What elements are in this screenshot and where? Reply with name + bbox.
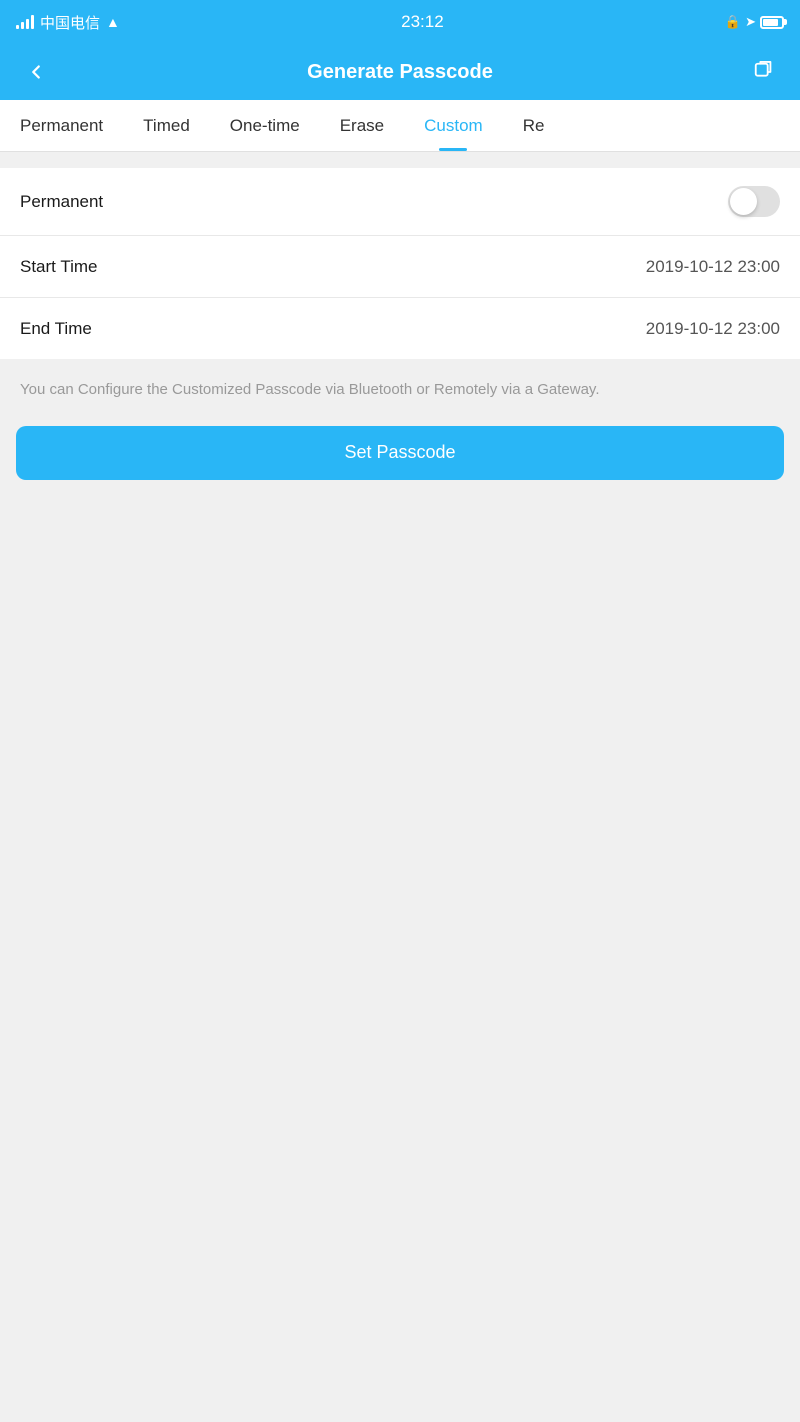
tab-permanent[interactable]: Permanent [0,100,123,151]
tab-one-time[interactable]: One-time [210,100,320,151]
start-time-row[interactable]: Start Time 2019-10-12 23:00 [0,235,800,297]
status-time: 23:12 [401,12,444,32]
end-time-row[interactable]: End Time 2019-10-12 23:00 [0,297,800,359]
set-passcode-button[interactable]: Set Passcode [16,426,784,480]
status-bar-left: 中国电信 ▲ [16,12,120,33]
page-title: Generate Passcode [307,61,493,84]
location-icon: ➤ [745,14,756,30]
wifi-icon: ▲ [106,14,120,30]
share-button[interactable] [744,52,784,92]
battery-icon [760,16,784,29]
tab-erase[interactable]: Erase [320,100,404,151]
nav-bar: Generate Passcode [0,44,800,100]
start-time-label: Start Time [20,257,97,277]
tab-re[interactable]: Re [503,100,565,151]
status-bar: 中国电信 ▲ 23:12 🔒 ➤ [0,0,800,44]
tab-custom[interactable]: Custom [404,100,503,151]
status-bar-right: 🔒 ➤ [725,14,784,30]
end-time-label: End Time [20,319,92,339]
tab-bar: Permanent Timed One-time Erase Custom Re [0,100,800,152]
signal-icon [16,15,34,29]
end-time-value: 2019-10-12 23:00 [646,319,780,339]
tab-timed[interactable]: Timed [123,100,210,151]
back-button[interactable] [16,52,56,92]
toggle-knob [730,188,757,215]
start-time-value: 2019-10-12 23:00 [646,257,780,277]
permanent-row: Permanent [0,168,800,235]
lock-icon: 🔒 [725,14,741,30]
permanent-label: Permanent [20,192,103,212]
settings-card: Permanent Start Time 2019-10-12 23:00 En… [0,168,800,359]
info-text: You can Configure the Customized Passcod… [0,359,800,418]
content-area: Permanent Start Time 2019-10-12 23:00 En… [0,152,800,516]
permanent-toggle[interactable] [728,186,780,217]
carrier-label: 中国电信 [40,12,100,33]
